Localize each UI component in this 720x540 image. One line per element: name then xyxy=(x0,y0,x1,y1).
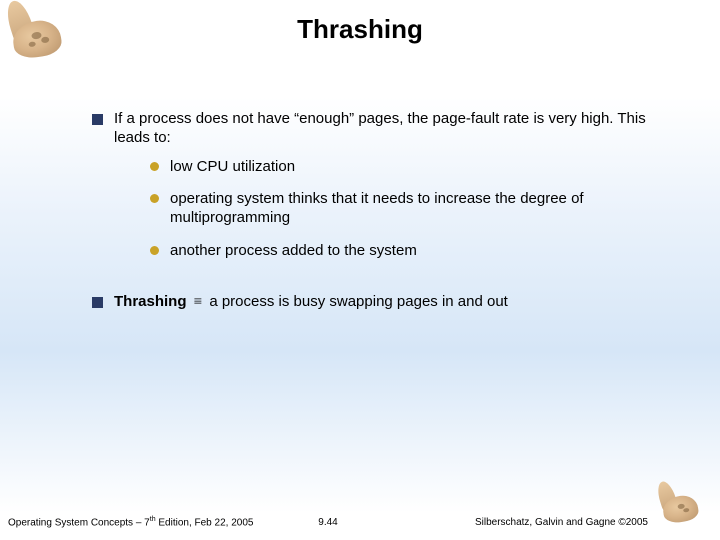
sub-bullet-list: low CPU utilization operating system thi… xyxy=(150,158,660,261)
footer-left-a: Operating System Concepts – 7 xyxy=(8,517,150,528)
bullet-2-term: Thrashing xyxy=(114,293,187,310)
footer-left: Operating System Concepts – 7th Edition,… xyxy=(8,516,253,528)
footer-left-b: Edition, Feb 22, 2005 xyxy=(156,517,254,528)
bullet-1-text: If a process does not have “enough” page… xyxy=(114,110,646,146)
bullet-2-definition: a process is busy swapping pages in and … xyxy=(205,293,508,310)
dinosaur-logo-bottom xyxy=(656,484,712,528)
sub-bullet-3: another process added to the system xyxy=(150,242,660,261)
slide: Thrashing If a process does not have “en… xyxy=(0,0,720,540)
footer-page-number: 9.44 xyxy=(318,517,337,528)
bullet-1: If a process does not have “enough” page… xyxy=(92,110,660,261)
sub-bullet-2: operating system thinks that it needs to… xyxy=(150,190,660,228)
equiv-symbol: ≡ xyxy=(191,294,205,310)
sub-bullet-1: low CPU utilization xyxy=(150,158,660,177)
bullet-2: Thrashing ≡ a process is busy swapping p… xyxy=(92,293,660,312)
slide-body: If a process does not have “enough” page… xyxy=(92,110,660,321)
slide-title: Thrashing xyxy=(0,14,720,45)
footer-copyright: Silberschatz, Galvin and Gagne ©2005 xyxy=(475,517,648,528)
